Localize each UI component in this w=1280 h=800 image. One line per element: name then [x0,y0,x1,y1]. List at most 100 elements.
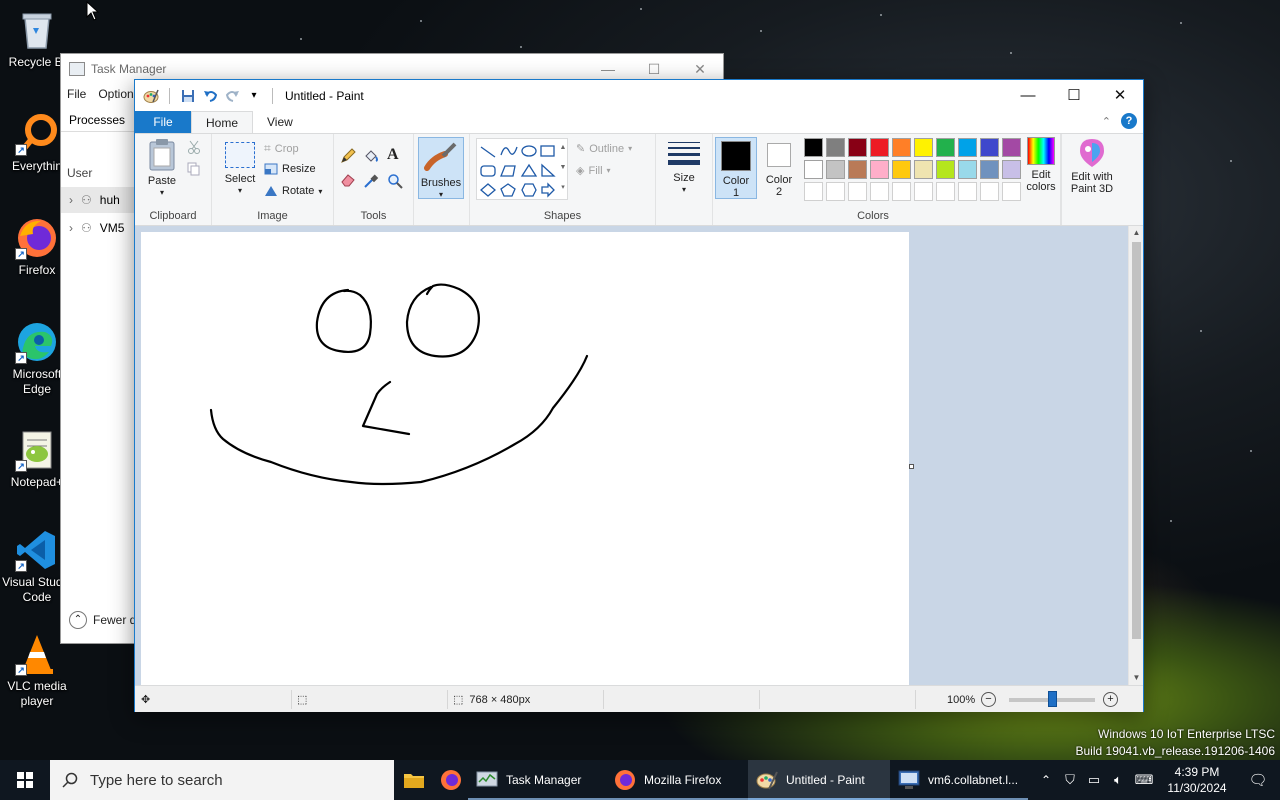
close-icon[interactable]: ✕ [1097,80,1143,110]
palette-color-swatch[interactable] [980,160,999,179]
tab-home[interactable]: Home [191,111,254,133]
canvas-resize-handle[interactable] [909,464,914,469]
rotate-button[interactable]: Rotate ▾ [264,185,322,197]
fill-button[interactable]: ◈ Fill ▾ [576,164,611,178]
palette-color-swatch[interactable] [914,138,933,157]
palette-color-swatch[interactable] [870,160,889,179]
palette-color-swatch[interactable] [804,160,823,179]
paint-titlebar[interactable]: ▾ Untitled - Paint — ☐ ✕ [135,80,1143,111]
taskbar-app-remote-desktop[interactable]: vm6.collabnet.l... [890,760,1028,800]
zoom-slider[interactable] [1009,686,1095,713]
palette-color-swatch[interactable] [958,138,977,157]
help-icon[interactable]: ? [1121,113,1137,129]
paste-button[interactable]: Paste ▾ [141,138,183,199]
tab-file[interactable]: File [135,111,191,133]
palette-color-swatch[interactable] [870,138,889,157]
palette-color-swatch[interactable] [848,160,867,179]
save-icon[interactable] [180,88,196,104]
tab-processes[interactable]: Processes [69,113,125,127]
scroll-up-icon[interactable]: ▲ [1129,226,1144,240]
brushes-button[interactable]: Brushes ▾ [418,137,464,199]
volume-muted-icon[interactable]: 🔈︎ [1106,772,1130,788]
collapse-ribbon-icon[interactable]: ⌃ [1102,115,1111,128]
palette-color-swatch[interactable] [1002,160,1021,179]
custom-color-slot[interactable] [826,182,845,201]
palette-color-swatch[interactable] [914,160,933,179]
notification-center-icon[interactable]: 🗨︎ [1236,771,1280,789]
taskbar-app-paint[interactable]: Untitled - Paint [748,760,890,800]
undo-icon[interactable] [202,88,218,104]
size-button[interactable]: Size ▾ [664,140,704,196]
resize-button[interactable]: Resize [264,163,316,175]
palette-color-swatch[interactable] [826,160,845,179]
minimize-icon[interactable]: — [1005,80,1051,110]
zoom-in-button[interactable]: + [1103,686,1118,713]
pencil-icon[interactable] [340,148,356,164]
text-tool-icon[interactable]: A [387,146,399,164]
edit-colors-button[interactable]: Edit colors [1021,137,1061,193]
custom-color-slot[interactable] [958,182,977,201]
zoom-slider-thumb[interactable] [1047,690,1057,707]
maximize-icon[interactable]: ☐ [1051,80,1097,110]
menu-options[interactable]: Option [98,87,133,101]
scroll-down-icon[interactable]: ▼ [1129,671,1144,685]
palette-color-swatch[interactable] [936,160,955,179]
drawing-canvas[interactable] [141,232,909,685]
zoom-out-button[interactable]: − [981,686,996,713]
palette-color-swatch[interactable] [826,138,845,157]
chevron-right-icon[interactable]: › [69,221,73,235]
taskbar-app-task-manager[interactable]: Task Manager [468,760,606,800]
custom-color-slot[interactable] [980,182,999,201]
paint-app-icon[interactable] [143,88,159,104]
palette-color-swatch[interactable] [1002,138,1021,157]
keyboard-icon[interactable]: ⌨ [1130,772,1158,788]
color2-button[interactable]: Color 2 [759,137,799,199]
custom-color-slot[interactable] [1002,182,1021,201]
palette-color-swatch[interactable] [892,138,911,157]
outline-button[interactable]: ✎ Outline ▾ [576,142,632,156]
taskbar-search-box[interactable]: Type here to search [50,760,394,800]
tab-view[interactable]: View [253,111,307,133]
paint-window[interactable]: ▾ Untitled - Paint — ☐ ✕ File Home View … [134,79,1144,712]
custom-color-slot[interactable] [892,182,911,201]
custom-color-slot[interactable] [870,182,889,201]
taskbar-clock[interactable]: 4:39 PM 11/30/2024 [1158,764,1236,796]
taskbar-file-explorer[interactable] [394,760,434,800]
table-row[interactable]: › ⚇ VM5 [61,215,136,241]
menu-file[interactable]: File [67,87,86,101]
taskbar-app-firefox[interactable]: Mozilla Firefox [606,760,748,800]
select-button[interactable]: Select ▾ [218,142,262,197]
vertical-scrollbar[interactable]: ▲ ▼ [1128,226,1143,685]
start-button[interactable] [0,760,50,800]
cut-icon[interactable] [187,140,201,154]
shapes-scroll[interactable]: ▲ ▼ ▾ [558,138,568,200]
custom-color-slot[interactable] [936,182,955,201]
customize-qat-chevron-icon[interactable]: ▾ [246,88,262,104]
taskbar-firefox-pinned[interactable] [434,760,468,800]
show-hidden-icons-chevron-icon[interactable]: ⌃ [1034,773,1058,787]
network-icon[interactable]: ▭ [1082,772,1106,788]
redo-icon[interactable] [224,88,240,104]
table-row[interactable]: › ⚇ huh [61,187,136,213]
magnifier-icon[interactable] [387,173,403,189]
scrollbar-thumb[interactable] [1132,242,1141,639]
palette-color-swatch[interactable] [936,138,955,157]
custom-color-slot[interactable] [914,182,933,201]
crop-button[interactable]: ⌗ Crop [264,141,299,156]
palette-color-swatch[interactable] [958,160,977,179]
palette-color-swatch[interactable] [980,138,999,157]
custom-color-slot[interactable] [804,182,823,201]
color1-button[interactable]: Color 1 [715,137,757,199]
palette-color-swatch[interactable] [848,138,867,157]
chevron-right-icon[interactable]: › [69,193,73,207]
shapes-gallery[interactable] [476,138,568,200]
fill-bucket-icon[interactable] [363,148,379,164]
edit-with-paint3d-button[interactable]: Edit with Paint 3D [1065,137,1119,195]
custom-color-slot[interactable] [848,182,867,201]
copy-icon[interactable] [187,162,201,176]
eraser-icon[interactable] [340,173,356,187]
color-picker-icon[interactable] [363,173,379,189]
palette-color-swatch[interactable] [892,160,911,179]
fewer-details-button[interactable]: ⌃ Fewer d [69,611,136,629]
column-header-user[interactable]: User [67,166,92,180]
